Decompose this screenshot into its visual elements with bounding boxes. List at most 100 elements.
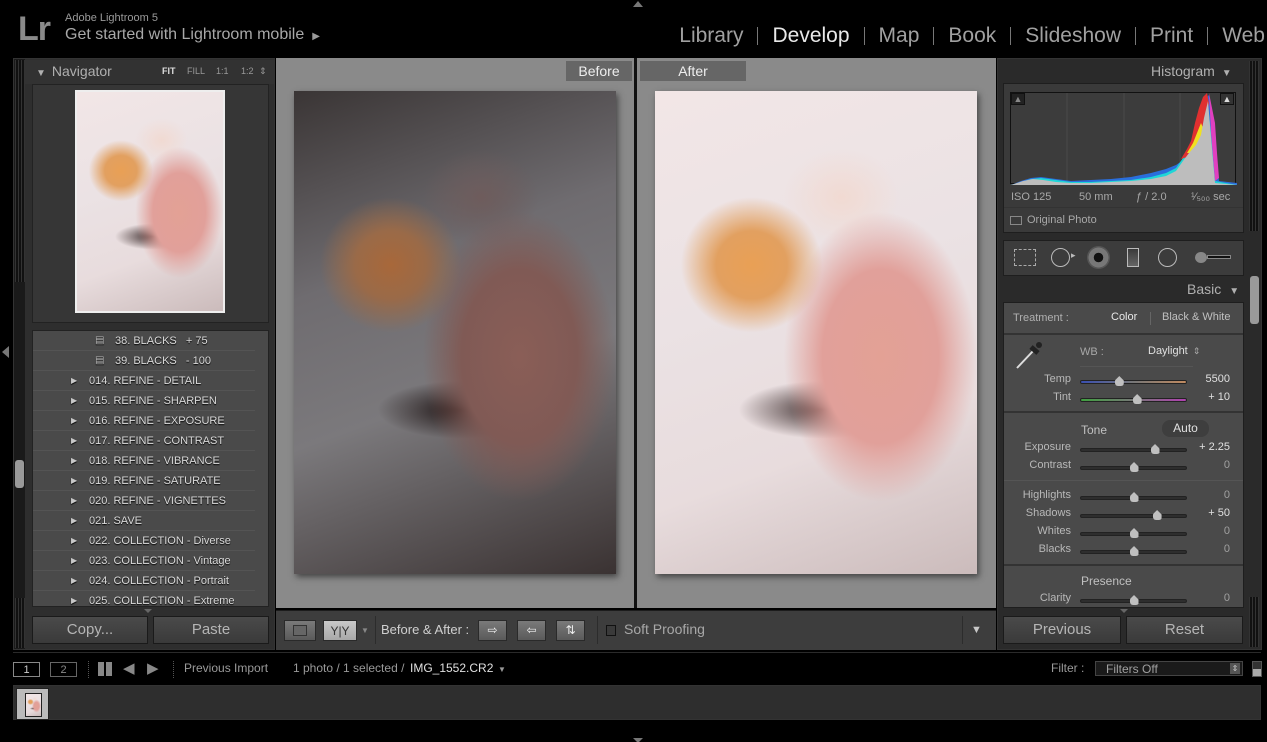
left-panel-toggle-icon[interactable] xyxy=(2,346,9,358)
auto-tone-button[interactable]: Auto xyxy=(1162,420,1209,437)
preset-folder[interactable]: ▶ 025. COLLECTION - Extreme xyxy=(33,591,255,607)
original-photo-checkbox[interactable] xyxy=(1010,216,1022,225)
treatment-bw-option[interactable]: Black & White xyxy=(1162,311,1230,323)
exposure-value[interactable]: + 2.25 xyxy=(1180,441,1230,453)
copy-before-to-after-button[interactable]: ⇨ xyxy=(478,620,507,641)
crop-tool-icon[interactable] xyxy=(1014,249,1036,266)
shadows-value[interactable]: + 50 xyxy=(1180,507,1230,519)
filter-lock-toggle[interactable] xyxy=(1252,661,1262,677)
preset-folder[interactable]: ▶ 024. COLLECTION - Portrait xyxy=(33,571,255,591)
preset-folder[interactable]: ▶ 020. REFINE - VIGNETTES xyxy=(33,491,255,511)
module-develop[interactable]: Develop xyxy=(770,24,851,48)
treatment-color-option[interactable]: Color xyxy=(1111,311,1137,323)
wb-dropdown[interactable]: Daylight ⇕ xyxy=(1148,345,1200,357)
module-web[interactable]: Web xyxy=(1220,24,1267,48)
shadows-slider[interactable] xyxy=(1080,510,1187,520)
before-image[interactable] xyxy=(294,91,616,574)
module-slideshow[interactable]: Slideshow xyxy=(1023,24,1123,48)
right-panel-scrollbar[interactable] xyxy=(1250,276,1259,324)
graduated-filter-tool-icon[interactable] xyxy=(1127,248,1139,267)
back-arrow-icon[interactable]: ◀ xyxy=(123,659,135,677)
highlights-value[interactable]: 0 xyxy=(1180,489,1230,501)
preset-label: 016. REFINE - EXPOSURE xyxy=(89,414,225,427)
preset-folder[interactable]: ▶ 019. REFINE - SATURATE xyxy=(33,471,255,491)
preset-folder[interactable]: ▶ 014. REFINE - DETAIL xyxy=(33,371,255,391)
preset-item[interactable]: ▤ 38. BLACKS + 75 xyxy=(33,331,255,351)
preset-folder[interactable]: ▶ 017. REFINE - CONTRAST xyxy=(33,431,255,451)
navigator-thumbnail[interactable] xyxy=(75,90,225,313)
filmstrip-filename[interactable]: IMG_1552.CR2 xyxy=(410,661,493,675)
toolbar-content-dropdown-icon[interactable]: ▼ xyxy=(971,624,982,636)
preset-folder[interactable]: ▶ 021. SAVE xyxy=(33,511,255,531)
copy-after-to-before-button[interactable]: ⇦ xyxy=(517,620,546,641)
main-window-button[interactable]: 1 xyxy=(13,662,40,677)
exposure-slider[interactable] xyxy=(1080,444,1187,454)
swap-before-after-button[interactable]: ⇅ xyxy=(556,620,585,641)
temp-value[interactable]: 5500 xyxy=(1180,373,1230,385)
radial-filter-tool-icon[interactable] xyxy=(1158,248,1177,267)
preset-label: 018. REFINE - VIBRANCE xyxy=(89,454,220,467)
reset-button[interactable]: Reset xyxy=(1126,616,1243,644)
preset-folder[interactable]: ▶ 018. REFINE - VIBRANCE xyxy=(33,451,255,471)
zoom-1-2[interactable]: 1:2 xyxy=(241,66,254,76)
red-eye-tool-icon[interactable] xyxy=(1087,246,1110,269)
copy-button[interactable]: Copy... xyxy=(32,616,148,644)
highlight-clipping-toggle[interactable]: ▲ xyxy=(1220,93,1234,105)
before-after-view-button[interactable]: Y|Y xyxy=(323,620,357,641)
grid-view-icon[interactable] xyxy=(98,662,112,676)
paste-button[interactable]: Paste xyxy=(153,616,269,644)
lightroom-mobile-link[interactable]: Get started with Lightroom mobile ▶ xyxy=(65,26,320,44)
preset-folder[interactable]: ▶ 016. REFINE - EXPOSURE xyxy=(33,411,255,431)
clarity-slider[interactable] xyxy=(1080,595,1187,605)
shadow-clipping-toggle[interactable]: ▲ xyxy=(1011,93,1025,105)
navigator-title[interactable]: ▼ Navigator xyxy=(36,63,112,79)
adjustment-brush-tool-icon[interactable] xyxy=(1195,249,1233,265)
module-print[interactable]: Print xyxy=(1148,24,1195,48)
view-mode-dropdown-icon[interactable]: ▼ xyxy=(361,626,369,635)
preset-item[interactable]: ▤ 39. BLACKS - 100 xyxy=(33,351,255,371)
preset-label: 021. SAVE xyxy=(89,514,142,527)
zoom-1-1[interactable]: 1:1 xyxy=(216,66,229,76)
soft-proofing-checkbox[interactable] xyxy=(606,625,616,636)
preset-folder[interactable]: ▶ 023. COLLECTION - Vintage xyxy=(33,551,255,571)
previous-button[interactable]: Previous xyxy=(1003,616,1121,644)
module-book[interactable]: Book xyxy=(946,24,998,48)
whites-value[interactable]: 0 xyxy=(1180,525,1230,537)
zoom-fill[interactable]: FILL xyxy=(187,66,205,76)
zoom-stepper-icon[interactable]: ⇕ xyxy=(259,66,267,77)
basic-title[interactable]: Basic ▼ xyxy=(1187,281,1239,297)
clarity-value[interactable]: 0 xyxy=(1180,592,1230,604)
secondary-window-button[interactable]: 2 xyxy=(50,662,77,677)
histogram-title[interactable]: Histogram ▼ xyxy=(1151,63,1232,79)
tint-value[interactable]: + 10 xyxy=(1180,391,1230,403)
contrast-slider[interactable] xyxy=(1080,462,1187,472)
eyedropper-icon[interactable] xyxy=(1014,340,1044,370)
filmstrip-source[interactable]: Previous Import xyxy=(184,661,268,675)
bottom-panel-toggle-icon[interactable] xyxy=(633,738,643,742)
tint-slider[interactable] xyxy=(1080,394,1187,404)
preset-folder[interactable]: ▶ 022. COLLECTION - Diverse xyxy=(33,531,255,551)
navigator-title-text: Navigator xyxy=(51,63,112,79)
whites-slider[interactable] xyxy=(1080,528,1187,538)
spot-removal-tool-icon[interactable] xyxy=(1051,248,1070,267)
top-panel-toggle-icon[interactable] xyxy=(633,1,643,7)
highlights-slider[interactable] xyxy=(1080,492,1187,502)
module-map[interactable]: Map xyxy=(877,24,922,48)
filmstrip-thumbnail[interactable] xyxy=(16,688,49,720)
loupe-view-button[interactable] xyxy=(284,620,316,641)
presets-list: ▤ 38. BLACKS + 75 ▤ 39. BLACKS - 100 ▶ 014. R… xyxy=(32,330,269,607)
blacks-slider[interactable] xyxy=(1080,546,1187,556)
blacks-value[interactable]: 0 xyxy=(1180,543,1230,555)
preset-folder[interactable]: ▶ 015. REFINE - SHARPEN xyxy=(33,391,255,411)
temp-slider[interactable] xyxy=(1080,376,1187,386)
triangle-up-icon: ▲ xyxy=(1222,94,1232,104)
contrast-value[interactable]: 0 xyxy=(1180,459,1230,471)
filename-dropdown-icon[interactable]: ▼ xyxy=(498,665,506,674)
after-image[interactable] xyxy=(655,91,977,574)
before-label: Before xyxy=(566,61,632,81)
module-library[interactable]: Library xyxy=(677,24,745,48)
zoom-fit[interactable]: FIT xyxy=(162,66,176,76)
left-panel-scrollbar[interactable] xyxy=(15,460,24,488)
filter-dropdown[interactable]: Filters Off ⇕ xyxy=(1095,661,1243,676)
forward-arrow-icon[interactable]: ▶ xyxy=(147,659,159,677)
